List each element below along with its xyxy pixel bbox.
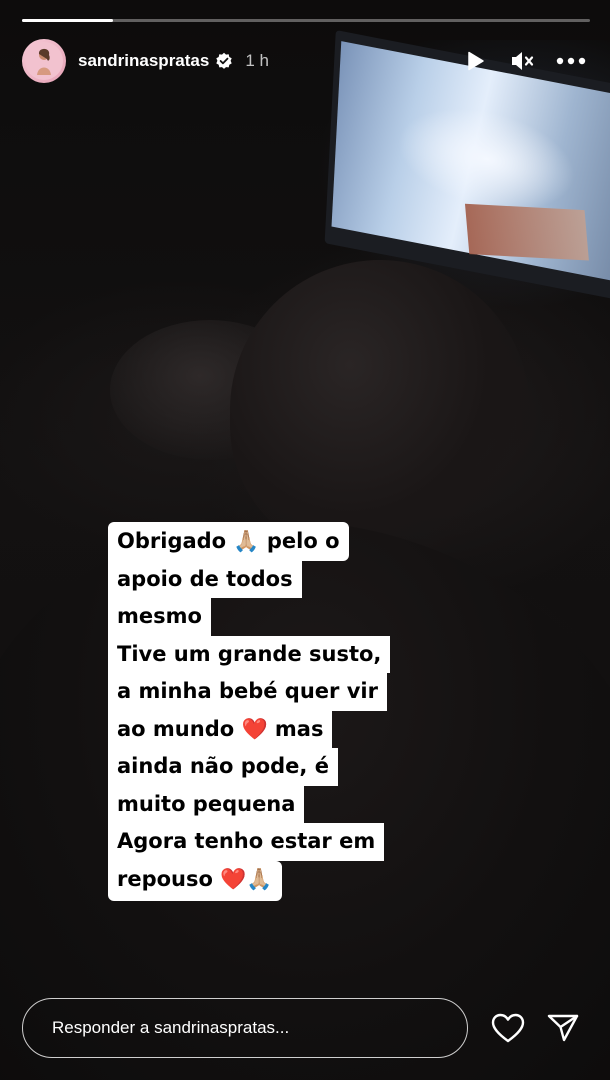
text-sticker: Obrigado 🙏🏼 pelo o apoio de todos mesmo … [108,522,438,901]
avatar[interactable] [22,39,66,83]
timestamp: 1 h [245,51,269,70]
username[interactable]: sandrinaspratas [78,51,209,71]
verified-badge-icon [215,52,233,70]
mute-button[interactable] [506,44,540,78]
caption-line: repouso ❤️🙏🏼 [108,860,282,901]
caption-line: mesmo [108,598,211,636]
like-button[interactable] [488,1008,528,1048]
story-header: sandrinaspratas 1 h [22,38,588,84]
caption-line: Obrigado 🙏🏼 pelo o [108,522,349,561]
more-horizontal-icon [556,57,586,65]
play-button[interactable] [458,44,492,78]
caption-line: ainda não pode, é [108,748,338,786]
reply-input[interactable]: Responder a sandrinaspratas... [22,998,468,1058]
caption-line: a minha bebé quer vir [108,673,387,711]
play-icon [468,51,484,71]
more-options-button[interactable] [554,44,588,78]
story-progress-bar [22,19,590,22]
reply-placeholder: Responder a sandrinaspratas... [52,1018,290,1037]
story-progress-fill [22,19,113,22]
caption-line: Agora tenho estar em [108,823,385,861]
send-button[interactable] [543,1008,583,1048]
heart-icon [491,1013,525,1043]
speaker-muted-icon [512,52,534,70]
caption-line: apoio de todos [108,560,302,598]
paper-plane-icon [547,1014,579,1042]
caption-line: muito pequena [108,785,305,823]
caption-line: ao mundo ❤️ mas [108,710,333,748]
story-viewer[interactable]: sandrinaspratas 1 h Obrigado 🙏🏼 pelo o a… [0,0,610,1080]
caption-line: Tive um grande susto, [108,635,391,673]
